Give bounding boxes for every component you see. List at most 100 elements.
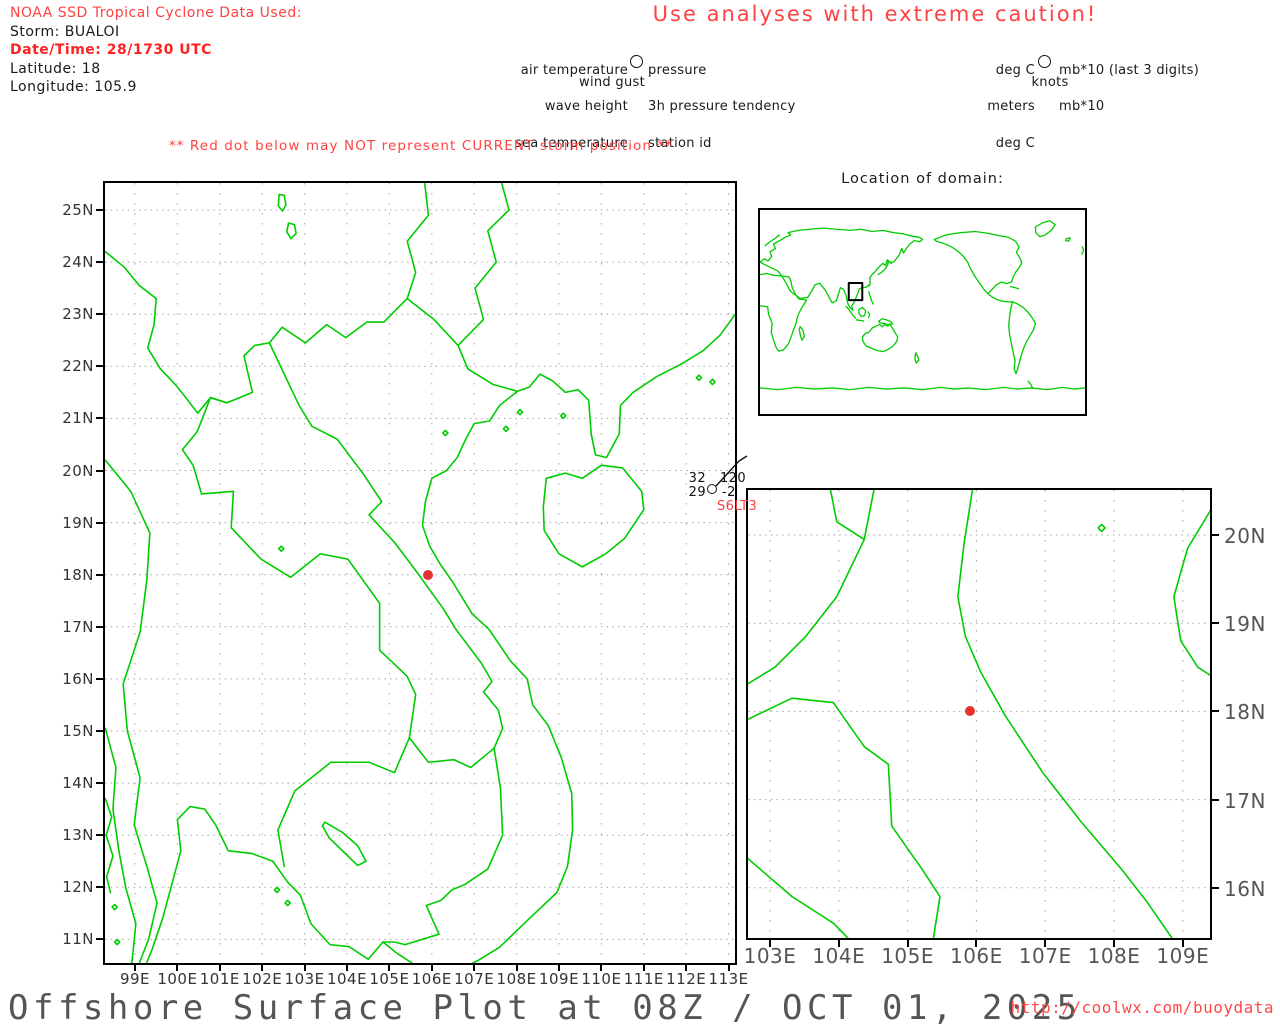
main-map-lat-label: 19N (62, 513, 94, 532)
main-map-lat-tick (96, 313, 103, 316)
coastline-madagascar (799, 327, 804, 341)
main-map-lat-label: 16N (62, 669, 94, 688)
coastline-iceland-uk (765, 235, 1084, 254)
coastline-hainan-island (543, 465, 643, 567)
inset-map-lon-label: 104E (812, 944, 866, 968)
main-map-lat-tick (96, 625, 103, 628)
border-laos-cambodia (409, 738, 494, 768)
source-url: http://coolwx.com/buoydata (1010, 998, 1274, 1017)
main-map-lat-tick (96, 469, 103, 472)
inset-map-lon-label: 109E (1156, 944, 1210, 968)
coastline-china-vietnam (422, 314, 735, 963)
world-inset-title: Location of domain: (841, 171, 1004, 187)
offshore-surface-plot-page: NOAA SSD Tropical Cyclone Data Used: Sto… (0, 0, 1280, 1024)
legend-pressure-tendency-label: 3h pressure tendency (648, 99, 796, 115)
legend-wave-height-label: wave height (544, 99, 628, 115)
units-legend-left-column: deg C meters deg C (885, 40, 1035, 175)
storm-position-dot-main (422, 569, 433, 580)
main-map-lat-label: 18N (62, 565, 94, 584)
inset-map-lat-tick (1212, 622, 1219, 625)
main-map-lat-label: 14N (62, 774, 94, 793)
border-thailand-cambodia (278, 738, 409, 867)
river-china-inland-2 (458, 183, 509, 345)
coastline-new-zealand (915, 353, 919, 363)
border-cambodia-vietnam (383, 748, 503, 944)
border-yunnan (105, 252, 226, 414)
station-tendency-value: -2 (722, 485, 736, 500)
coastline-new-guinea (879, 319, 893, 325)
coastline-eurasia (760, 228, 923, 310)
main-map-lat-label: 13N (62, 826, 94, 845)
coastline-greenland (1035, 221, 1055, 237)
storm-datetime-line: Date/Time: 28/1730 UTC (10, 42, 212, 58)
main-map-lat-tick (96, 365, 103, 368)
units-air-temp-label: deg C (995, 62, 1035, 78)
inset-map-lon-label: 103E (743, 944, 797, 968)
main-map-lat-label: 25N (62, 201, 94, 219)
main-map-lat-label: 15N (62, 722, 94, 740)
main-map-lat-tick (96, 417, 103, 420)
inset-map-lat-label: 16N (1224, 876, 1266, 901)
main-map-coastlines (105, 183, 735, 963)
main-map-lat-tick (96, 938, 103, 941)
units-model-circle-icon (1038, 55, 1051, 68)
inset-coastline-hainan-west (1174, 509, 1210, 677)
zoom-inset-map (746, 488, 1212, 940)
caution-banner: Use analyses with extreme caution! (652, 2, 1098, 26)
storm-latitude-line: Latitude: 18 (10, 60, 101, 77)
units-pressure-label: mb*10 (last 3 digits) (1059, 62, 1200, 78)
main-map-canvas (105, 183, 735, 963)
main-map (103, 181, 737, 965)
inset-map-canvas (748, 490, 1210, 938)
main-map-lat-label: 17N (62, 617, 94, 636)
storm-position-dot-inset (964, 706, 975, 717)
main-map-lat-label: 20N (62, 461, 94, 480)
main-map-lat-tick (96, 573, 103, 576)
inset-map-lon-label: 105E (881, 944, 934, 968)
border-mekong-thailand-laos (202, 491, 416, 737)
inset-map-lat-tick (1212, 798, 1219, 801)
inset-map-lat-label: 19N (1224, 612, 1266, 637)
units-tendency-label: mb*10 (1059, 99, 1105, 115)
station-air-temp-value: 32 (688, 471, 706, 486)
legend-wind-gust-label: wind gust (579, 75, 645, 90)
inset-map-lat-label: 20N (1224, 524, 1266, 548)
lake-yunnan-2 (287, 223, 296, 239)
inset-map-lon-label: 107E (1018, 944, 1072, 968)
inset-map-gridlines (748, 490, 1210, 938)
main-map-lat-tick (96, 521, 103, 524)
main-map-lat-tick (96, 209, 103, 211)
station-sea-temp-value: 29 (688, 485, 706, 500)
inset-map-coastlines (748, 490, 1210, 938)
main-map-lat-tick (96, 886, 103, 889)
coastline-antarctica (760, 381, 1085, 390)
main-map-lat-label: 24N (62, 253, 94, 272)
main-map-lat-label: 11N (62, 930, 94, 949)
coastline-philippines-taiwan (869, 284, 874, 304)
coastline-north-america (934, 232, 1022, 294)
units-sea-temp-label: deg C (995, 136, 1035, 152)
station-plot-S6LT3: 32 29 120 -2 S6LT3 (684, 455, 764, 521)
coastline-africa (760, 273, 806, 351)
main-map-lat-tick (96, 782, 103, 785)
main-map-lat-label: 22N (62, 357, 94, 376)
inset-map-lat-tick (1212, 710, 1219, 713)
coastline-indonesia (846, 306, 869, 321)
coastline-australia (862, 324, 897, 352)
inset-map-lon-label: 106E (949, 944, 1003, 968)
units-knots-label: knots (1031, 75, 1069, 90)
station-id-value: S6LT3 (717, 499, 758, 514)
storm-name-line: Storm: BUALOI (10, 23, 120, 40)
coastline-japan (878, 262, 891, 275)
inset-map-lat-tick (1212, 886, 1219, 889)
border-thailand-myanmar (105, 460, 157, 963)
main-map-lat-tick (96, 730, 103, 732)
legend-pressure-label: pressure (648, 62, 707, 78)
inset-border-laos-vietnam (748, 490, 875, 685)
coastline-south-america (1009, 302, 1036, 374)
station-circle-icon (707, 484, 717, 494)
plot-title: Offshore Surface Plot at 08Z / OCT 01, 2… (8, 988, 1082, 1024)
red-dot-warning: ** Red dot below may NOT represent CURRE… (168, 138, 674, 154)
main-map-lat-label: 21N (62, 409, 94, 428)
lake-tonle-sap (322, 822, 366, 865)
